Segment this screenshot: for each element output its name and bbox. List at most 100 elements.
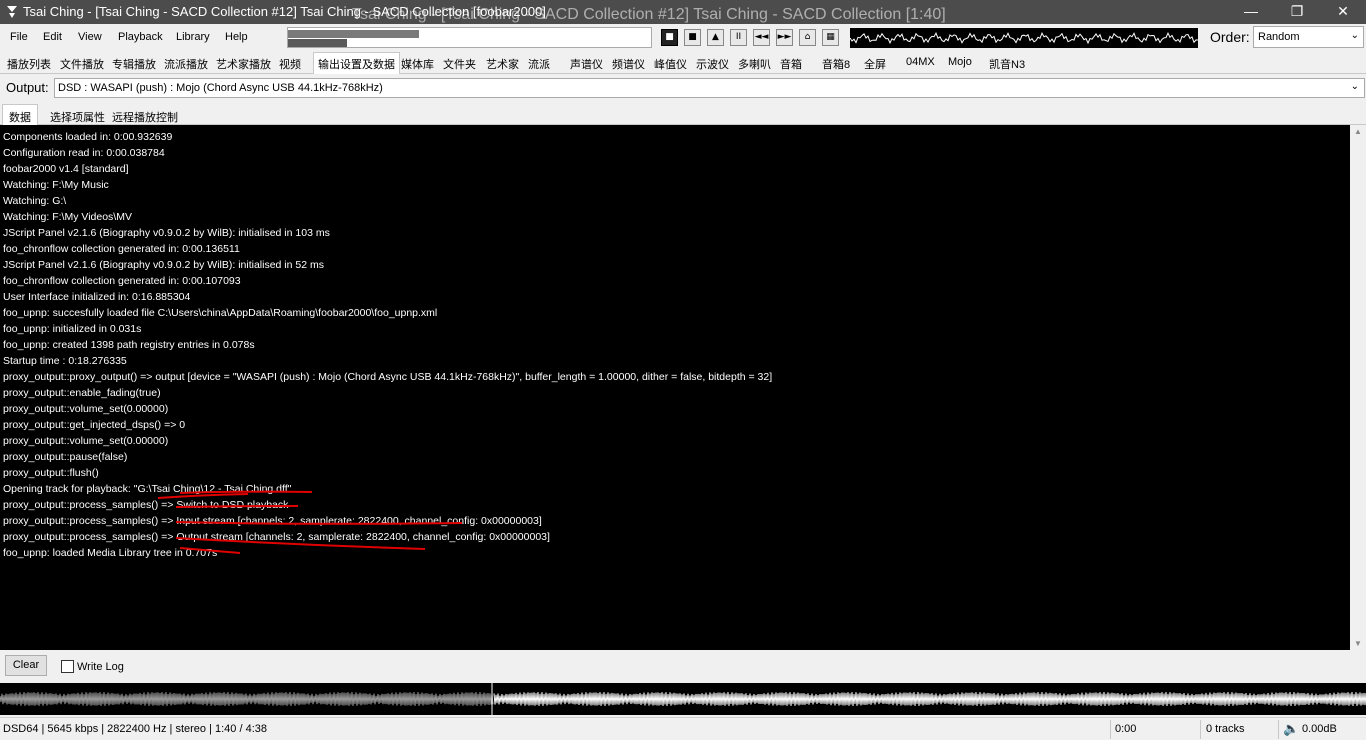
main-tab-strip: 播放列表 文件播放 专辑播放 流派播放 艺术家播放 视频 输出设置及数据 媒体库… (0, 52, 1366, 74)
tab-remote-control[interactable]: 远程播放控制 (112, 109, 178, 125)
chevron-down-icon: ⌄ (1350, 30, 1359, 41)
status-tracks: 0 tracks (1206, 723, 1245, 735)
output-row: Output: DSD : WASAPI (push) : Mojo (Chor… (0, 76, 1366, 100)
console-line: proxy_output::process_samples() => Outpu… (3, 531, 550, 543)
tab-spectrum[interactable]: 频谱仪 (612, 56, 645, 72)
tab-folders[interactable]: 文件夹 (443, 56, 476, 72)
next-button[interactable]: ►► (776, 29, 793, 46)
tab-mojo[interactable]: Mojo (948, 56, 972, 68)
console-line: Configuration read in: 0:00.038784 (3, 147, 165, 159)
status-divider (1200, 720, 1201, 739)
console-line: proxy_output::proxy_output() => output [… (3, 371, 773, 383)
tab-genre-playback[interactable]: 流派播放 (164, 56, 208, 72)
menu-file[interactable]: File (10, 31, 28, 43)
console-line: proxy_output::pause(false) (3, 451, 128, 463)
tab-file-playback[interactable]: 文件播放 (60, 56, 104, 72)
status-bar: DSD64 | 5645 kbps | 2822400 Hz | stereo … (0, 717, 1366, 740)
random-button[interactable]: ⌂ (799, 29, 816, 46)
scroll-up-icon[interactable]: ▲ (1354, 127, 1362, 136)
console-line: JScript Panel v2.1.6 (Biography v0.9.0.2… (3, 227, 330, 239)
oscilloscope-visualization (850, 28, 1198, 48)
settings-button[interactable]: ▦ (822, 29, 839, 46)
console-line: proxy_output::process_samples() => Switc… (3, 499, 289, 511)
title-bar: Tsai Ching - [Tsai Ching - SACD Collecti… (0, 0, 1366, 24)
tab-speakers[interactable]: 音箱 (780, 56, 802, 72)
window-title-overlay: Tsai Ching - [Tsai Ching - SACD Collecti… (352, 6, 946, 23)
menu-library[interactable]: Library (176, 31, 210, 43)
tab-peak-meter[interactable]: 峰值仪 (654, 56, 687, 72)
console-line: proxy_output::flush() (3, 467, 99, 479)
tab-genres[interactable]: 流派 (528, 56, 550, 72)
tab-selection-properties[interactable]: 选择项属性 (50, 109, 105, 125)
tab-album-playback[interactable]: 专辑播放 (112, 56, 156, 72)
tab-output-settings[interactable]: 输出设置及数据 (313, 52, 400, 74)
chevron-down-icon: ⌄ (1350, 81, 1359, 92)
scroll-down-icon[interactable]: ▼ (1354, 639, 1362, 648)
tab-oscilloscope[interactable]: 示波仪 (696, 56, 729, 72)
close-button[interactable]: ✕ (1320, 0, 1366, 24)
menu-playback[interactable]: Playback (118, 31, 163, 43)
output-label: Output: (6, 80, 49, 95)
tab-fullscreen[interactable]: 全屏 (864, 56, 886, 72)
pause-button[interactable]: II (730, 29, 747, 46)
tab-04mx[interactable]: 04MX (906, 56, 935, 68)
maximize-button[interactable]: ❐ (1274, 0, 1320, 24)
order-label: Order: (1210, 29, 1250, 45)
tab-video[interactable]: 视频 (279, 56, 301, 72)
console-line: foo_upnp: initialized in 0.031s (3, 323, 142, 335)
tab-media-library[interactable]: 媒体库 (401, 56, 434, 72)
tab-data[interactable]: 数据 (2, 104, 38, 126)
stop-button[interactable]: ■ (661, 29, 678, 46)
menu-view[interactable]: View (78, 31, 102, 43)
volume-bar-fill (288, 39, 347, 47)
console-line: Components loaded in: 0:00.932639 (3, 131, 173, 143)
console-scrollbar[interactable]: ▲ ▼ (1350, 125, 1366, 650)
foobar-app-icon[interactable] (6, 5, 18, 19)
seek-bar-fill (288, 30, 419, 38)
console-line: proxy_output::enable_fading(true) (3, 387, 161, 399)
console-line: proxy_output::volume_set(0.00000) (3, 403, 169, 415)
seek-bar[interactable] (287, 27, 652, 48)
tab-multi-speaker[interactable]: 多喇叭 (738, 56, 771, 72)
console-line: Watching: F:\My Music (3, 179, 109, 191)
write-log-checkbox[interactable] (61, 660, 74, 673)
clear-button[interactable]: Clear (5, 655, 47, 676)
speaker-icon[interactable]: 🔈 (1283, 721, 1299, 737)
tab-artists[interactable]: 艺术家 (486, 56, 519, 72)
menu-edit[interactable]: Edit (43, 31, 62, 43)
console-line: proxy_output::process_samples() => Input… (3, 515, 542, 527)
tab-spectrogram[interactable]: 声谱仪 (570, 56, 603, 72)
console-line: foobar2000 v1.4 [standard] (3, 163, 129, 175)
output-device-dropdown[interactable]: DSD : WASAPI (push) : Mojo (Chord Async … (54, 78, 1365, 98)
console-line: proxy_output::volume_set(0.00000) (3, 435, 169, 447)
menu-help[interactable]: Help (225, 31, 248, 43)
console-line: Watching: F:\My Videos\MV (3, 211, 132, 223)
console-line: User Interface initialized in: 0:16.8853… (3, 291, 191, 303)
tab-speakers-8[interactable]: 音箱8 (822, 56, 850, 72)
stop-after-button[interactable]: ■ (684, 29, 701, 46)
minimize-button[interactable]: — (1228, 0, 1274, 24)
console-line: foo_upnp: loaded Media Library tree in 0… (3, 547, 218, 559)
console-line: foo_upnp: succesfully loaded file C:\Use… (3, 307, 438, 319)
console-line: foo_upnp: created 1398 path registry ent… (3, 339, 255, 351)
console-line: Opening track for playback: "G:\Tsai Chi… (3, 483, 292, 495)
tab-playlist[interactable]: 播放列表 (7, 56, 51, 72)
tab-kaiyin-n3[interactable]: 凯音N3 (989, 56, 1025, 72)
console-log[interactable]: Components loaded in: 0:00.932639 Configu… (0, 125, 1350, 650)
waveform-seekbar[interactable] (0, 683, 1366, 715)
console-line: foo_chronflow collection generated in: 0… (3, 243, 240, 255)
status-time: 0:00 (1115, 723, 1137, 735)
status-divider (1278, 720, 1279, 739)
tab-artist-playback[interactable]: 艺术家播放 (216, 56, 271, 72)
output-device-value: DSD : WASAPI (push) : Mojo (Chord Async … (58, 82, 383, 94)
previous-button[interactable]: ◄◄ (753, 29, 770, 46)
console-line: Watching: G:\ (3, 195, 67, 207)
order-dropdown[interactable]: Random ⌄ (1253, 26, 1364, 48)
status-divider (1110, 720, 1111, 739)
console-line: foo_chronflow collection generated in: 0… (3, 275, 241, 287)
console-line: Startup time : 0:18.276335 (3, 355, 127, 367)
status-format: DSD64 | 5645 kbps | 2822400 Hz | stereo … (3, 723, 267, 735)
play-button[interactable]: ▲ (707, 29, 724, 46)
write-log-label: Write Log (77, 661, 124, 673)
console-line: JScript Panel v2.1.6 (Biography v0.9.0.2… (3, 259, 324, 271)
